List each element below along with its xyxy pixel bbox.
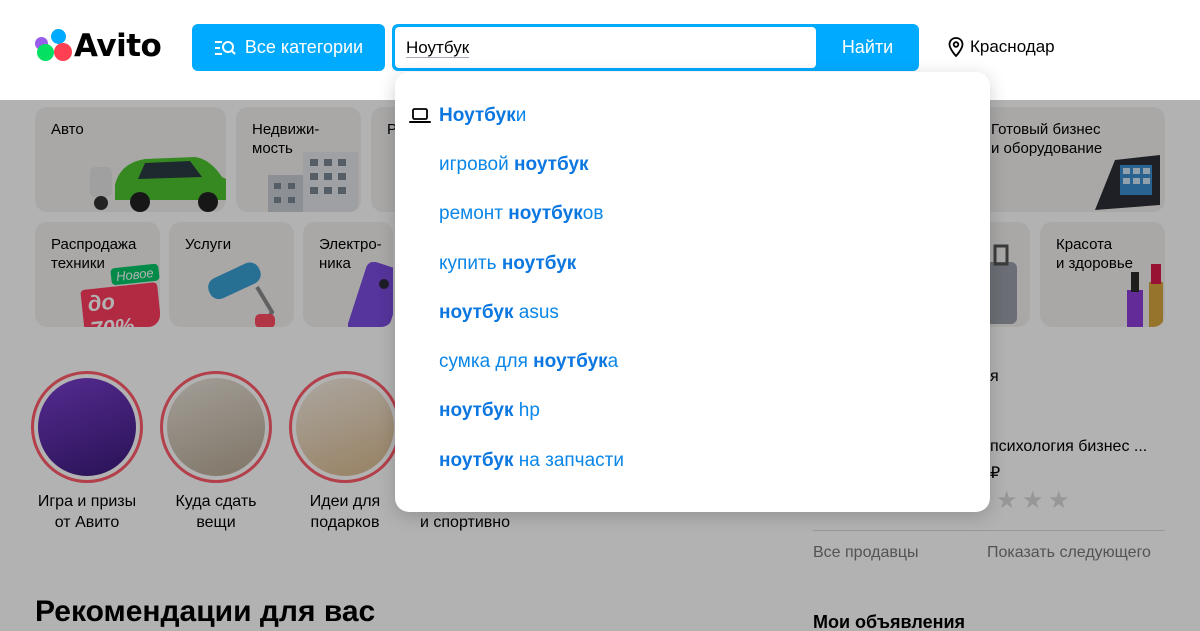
suggestion-item[interactable]: ноутбук на запчасти [439,450,624,472]
suggestion-match: ноутбук [514,154,589,175]
search-input[interactable]: Ноутбук [395,27,816,68]
suggestion-item[interactable]: ноутбук asus [439,302,559,324]
suggestion-item[interactable]: сумка для ноутбука [439,351,618,373]
suggestion-match: ноутбук [533,351,608,372]
suggestion-before: купить [439,253,502,274]
laptop-icon [409,108,431,123]
suggestion-after: ов [582,203,604,224]
suggestion-after: hp [513,400,540,421]
categories-search-icon [214,40,236,55]
suggestion-match: ноутбук [508,203,583,224]
logo-text: Avito [74,28,162,64]
suggestion-after: на запчасти [513,450,624,471]
suggestion-item[interactable]: ремонт ноутбуков [439,203,603,225]
search-button[interactable]: Найти [816,24,919,71]
location-pin-icon [948,37,964,57]
search-suggestions-dropdown: Ноутбуки игровой ноутбук ремонт ноутбуко… [395,72,990,512]
suggestion-match: ноутбук [439,302,514,323]
location-label: Краснодар [970,37,1055,56]
avito-logo[interactable]: Avito [35,28,162,64]
suggestion-before: сумка для [439,351,534,372]
all-categories-button[interactable]: Все категории [192,24,385,71]
location-selector[interactable]: Краснодар [948,33,1055,61]
suggestion-before: ремонт [439,203,509,224]
logo-dots-icon [35,28,73,64]
suggestion-after: и [515,105,527,126]
suggestion-item-category[interactable]: Ноутбуки [439,105,526,127]
suggestion-match: ноутбук [439,400,514,421]
suggestion-before: игровой [439,154,515,175]
suggestion-match: ноутбук [501,253,577,274]
suggestion-item[interactable]: ноутбук hp [439,400,540,422]
suggestion-after: а [607,351,619,372]
suggestion-match: Ноутбук [439,105,516,126]
all-categories-label: Все категории [244,37,364,57]
suggestion-after: asus [513,302,559,323]
search-bar: Ноутбук Найти [392,24,919,71]
suggestion-item[interactable]: игровой ноутбук [439,154,589,176]
suggestion-item[interactable]: купить ноутбук [439,253,576,275]
suggestion-match: ноутбук [439,450,514,471]
search-input-value: Ноутбук [406,37,470,58]
